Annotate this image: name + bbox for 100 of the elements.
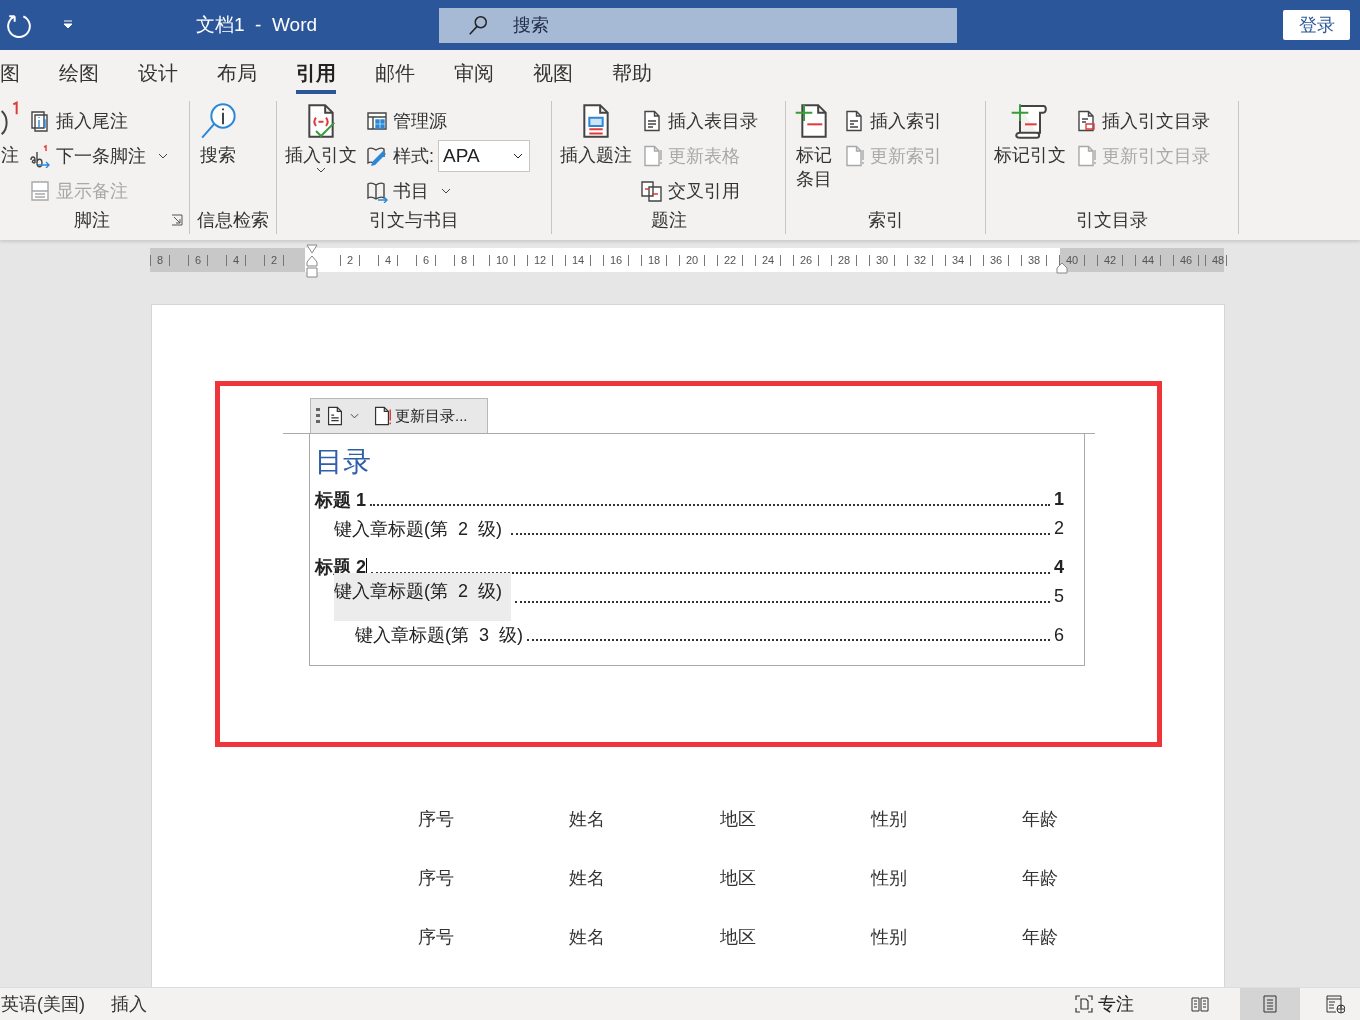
customize-menu-icon[interactable] — [62, 19, 74, 31]
ruler-number: 42 — [1096, 254, 1124, 266]
ruler-number: 8 — [149, 254, 171, 266]
ruler-number: 12 — [526, 254, 554, 266]
ruler-number: 2 — [339, 254, 361, 266]
sources-icon — [365, 109, 389, 133]
table-cell-text: 地区 — [720, 807, 757, 831]
table-cell-text: 年龄 — [1022, 925, 1059, 949]
style-dropdown[interactable]: APA — [438, 140, 530, 172]
toc-entry[interactable]: 键入章标题(第 3 级) 6 — [355, 623, 1064, 647]
group-label: 题注 — [650, 209, 687, 232]
toc-entry[interactable]: 键入章标题(第 2 级) 5 — [334, 572, 1064, 621]
ribbon-tab[interactable]: 帮助 — [612, 50, 652, 97]
ruler-number: 4 — [377, 254, 399, 266]
style-label: 样式: — [393, 145, 434, 168]
ruler-number: 38 — [1020, 254, 1048, 266]
ruler-number: 24 — [754, 254, 782, 266]
ruler-number: 22 — [716, 254, 744, 266]
ruler-number: 6 — [415, 254, 437, 266]
book-icon — [365, 179, 389, 203]
scroll-icon — [1010, 101, 1050, 141]
redo-icon[interactable] — [6, 12, 32, 38]
table-cell-text: 地区 — [720, 925, 757, 949]
ruler-number: 28 — [830, 254, 858, 266]
ribbon-button[interactable]: 标记条目 — [792, 101, 836, 206]
group-label: 引文目录 — [1076, 209, 1148, 232]
toc-entry[interactable]: 键入章标题(第 2 级) 2 — [334, 516, 1064, 541]
group-label: 信息检索 — [197, 209, 269, 232]
dialog-launcher-icon[interactable] — [171, 214, 183, 226]
ruler-number: 34 — [944, 254, 972, 266]
ribbon-button[interactable]: 书目 — [365, 176, 530, 206]
ruler-number: 18 — [640, 254, 668, 266]
ribbon-tab[interactable]: 布局 — [217, 50, 257, 97]
ribbon-button[interactable]: 插入题注 — [558, 101, 634, 206]
status-item[interactable]: 英语(美国) — [1, 992, 85, 1016]
ruler-number: 48 — [1205, 254, 1227, 266]
ribbon-button[interactable]: 插入引文目录 — [1074, 106, 1210, 136]
ribbon-button[interactable]: 插入引文 — [283, 101, 359, 206]
ruler-number: 2 — [263, 254, 285, 266]
update-toc-button[interactable]: 更新目录... — [371, 405, 468, 427]
ribbon-tab[interactable]: 引用 — [296, 50, 336, 97]
table-cell-text: 序号 — [418, 866, 455, 890]
table-cell-text: 序号 — [418, 925, 455, 949]
login-button[interactable]: 登录 — [1283, 10, 1350, 40]
group-label: 脚注 — [73, 209, 110, 232]
table-cell-text: 性别 — [871, 807, 908, 831]
ribbon-button[interactable]: 搜索 — [196, 101, 240, 206]
search-icon — [467, 13, 489, 36]
search-field[interactable]: 搜索 — [439, 7, 957, 43]
ribbon-button[interactable]: 插入尾注 — [28, 106, 168, 136]
group-label: 引文与书目 — [369, 209, 459, 232]
table-cell-text: 年龄 — [1022, 866, 1059, 890]
cross-reference-icon — [640, 179, 664, 203]
ribbon-button[interactable]: 注 — [0, 101, 22, 206]
ruler-number: 10 — [488, 254, 516, 266]
caret-icon[interactable] — [350, 413, 359, 419]
next-footnote-icon — [28, 144, 52, 168]
ruler-number: 46 — [1172, 254, 1200, 266]
ribbon-tab[interactable]: 视图 — [533, 50, 573, 97]
ruler-number: 14 — [564, 254, 592, 266]
group-label: 索引 — [867, 209, 904, 232]
toc-title: 目录 — [315, 445, 372, 479]
ruler-number: 32 — [906, 254, 934, 266]
ribbon-tab[interactable]: 图 — [0, 50, 20, 97]
focus-button[interactable]: 专注 — [1074, 992, 1134, 1016]
ribbon-button[interactable]: 管理源 — [365, 106, 530, 136]
ribbon-button[interactable]: 标记引文 — [992, 101, 1068, 206]
toc-entry[interactable]: 标题 1 1 — [315, 487, 1064, 512]
table-cell-text: 性别 — [871, 925, 908, 949]
window-title: 文档1 - Word — [196, 13, 319, 37]
ruler-number: 8 — [453, 254, 475, 266]
ribbon-button[interactable]: 交叉引用 — [640, 176, 758, 206]
print-layout-icon[interactable] — [1240, 988, 1300, 1020]
ruler-number: 26 — [792, 254, 820, 266]
indent-marker-icon[interactable] — [306, 244, 318, 278]
ruler[interactable]: 8 6 4 2 2 4 6 8 10 12 14 16 18 20 22 24 26 28 30 32 34 36 38 40 42 44 46 48 — [150, 248, 1224, 272]
ribbon-tab[interactable]: 审阅 — [454, 50, 494, 97]
table-cell-text: 姓名 — [569, 866, 606, 890]
status-item[interactable]: 插入 — [111, 992, 147, 1016]
ribbon-button[interactable]: 下一条脚注 — [28, 141, 168, 171]
ruler-number: 36 — [982, 254, 1010, 266]
ruler-number: 4 — [225, 254, 247, 266]
table-cell-text: 性别 — [871, 866, 908, 890]
table-cell-text: 地区 — [720, 866, 757, 890]
ribbon-tab[interactable]: 邮件 — [375, 50, 415, 97]
table-cell-text: 姓名 — [569, 807, 606, 831]
grip-icon[interactable] — [316, 408, 320, 424]
ribbon-tab[interactable]: 绘图 — [59, 50, 99, 97]
ruler-number: 30 — [868, 254, 896, 266]
table-cell-text: 年龄 — [1022, 807, 1059, 831]
notes-icon — [28, 179, 52, 203]
ruler-number: 20 — [678, 254, 706, 266]
indent-marker-icon[interactable] — [1056, 262, 1068, 274]
ribbon-button[interactable]: 插入表目录 — [640, 106, 758, 136]
ribbon-button[interactable]: 插入索引 — [842, 106, 942, 136]
focus-icon — [1074, 994, 1094, 1014]
ribbon-tab[interactable]: 设计 — [138, 50, 178, 97]
caret-icon — [513, 153, 523, 159]
ruler-number: 6 — [187, 254, 209, 266]
table-cell-text: 序号 — [418, 807, 455, 831]
